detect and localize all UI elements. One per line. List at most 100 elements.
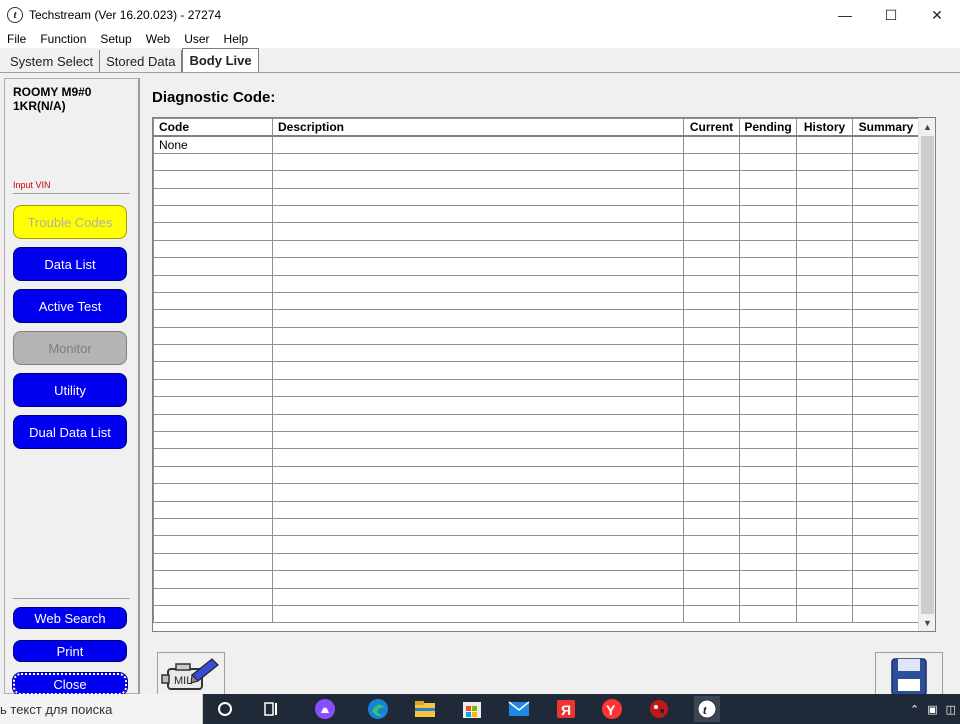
table-cell [739,187,797,206]
table-row[interactable] [153,326,920,346]
meet-now-icon[interactable]: ▣ [927,703,937,716]
table-cell [796,604,853,624]
table-cell [153,465,273,485]
task-view-icon[interactable] [259,697,283,721]
alice-icon[interactable] [313,697,337,721]
minimize-button[interactable]: — [822,0,868,30]
column-header-current[interactable]: Current [683,118,740,137]
table-row[interactable] [153,500,920,519]
table-row[interactable]: None [153,135,920,154]
dual-data-list-button[interactable]: Dual Data List [13,415,127,449]
save-button[interactable] [875,652,943,696]
scroll-down-icon[interactable]: ▼ [919,614,935,631]
mail-icon[interactable] [507,697,531,721]
web-search-button[interactable]: Web Search [13,607,127,629]
table-row[interactable] [153,361,920,380]
table-cell [683,309,740,328]
table-row[interactable] [153,517,920,537]
table-row[interactable] [153,291,920,311]
trouble-codes-button[interactable]: Trouble Codes [13,205,127,239]
column-header-code[interactable]: Code [153,118,273,137]
input-vin-link[interactable]: Input VIN [13,180,51,190]
close-window-button[interactable]: ✕ [914,0,960,30]
menu-web[interactable]: Web [139,32,177,46]
scroll-thumb[interactable] [921,136,934,614]
table-row[interactable] [153,552,920,572]
yandex-browser-icon[interactable]: Y [600,697,624,721]
edge-icon[interactable] [366,697,390,721]
table-row[interactable] [153,187,920,206]
column-header-pending[interactable]: Pending [739,118,797,137]
table-row[interactable] [153,604,920,624]
table-cell [272,535,684,554]
table-row[interactable] [153,413,920,433]
yandex-icon[interactable]: Я [554,697,578,721]
column-header-history[interactable]: History [796,118,853,137]
table-cell [796,239,853,259]
table-cell [272,396,684,415]
table-row[interactable] [153,309,920,328]
table-cell [272,309,684,328]
tab-system-select[interactable]: System Select [4,50,101,72]
table-cell [796,570,853,589]
engine-check-button[interactable]: MIL [157,652,225,694]
techstream-icon[interactable]: t [694,696,720,722]
table-row[interactable] [153,431,920,450]
table-row[interactable] [153,204,920,224]
table-row[interactable] [153,483,920,502]
table-row[interactable] [153,239,920,259]
table-row[interactable] [153,170,920,189]
table-cell [852,274,920,293]
data-list-button[interactable]: Data List [13,247,127,281]
tab-stored-data[interactable]: Stored Data [100,50,183,72]
store-icon[interactable] [460,697,484,721]
utility-button[interactable]: Utility [13,373,127,407]
column-header-summary[interactable]: Summary [852,118,920,137]
table-row[interactable] [153,152,920,172]
menu-user[interactable]: User [177,32,216,46]
table-row[interactable] [153,344,920,363]
table-cell [153,500,273,519]
menu-setup[interactable]: Setup [93,32,138,46]
table-row[interactable] [153,222,920,241]
search-circle-icon[interactable] [213,697,237,721]
active-test-button[interactable]: Active Test [13,289,127,323]
table-row[interactable] [153,570,920,589]
maximize-button[interactable]: ☐ [868,0,914,30]
table-row[interactable] [153,465,920,485]
table-row[interactable] [153,378,920,398]
network-icon[interactable]: ◫ [946,703,956,716]
scroll-up-icon[interactable]: ▲ [919,118,935,135]
dtc-grid: Code Description Current Pending History… [153,118,920,624]
menu-function[interactable]: Function [33,32,93,46]
table-cell [683,396,740,415]
print-button[interactable]: Print [13,640,127,662]
file-explorer-icon[interactable] [413,697,437,721]
menu-help[interactable]: Help [217,32,256,46]
vertical-scrollbar[interactable]: ▲ ▼ [918,118,935,631]
chevron-up-icon[interactable]: ⌃ [910,703,919,716]
taskbar-search-box[interactable]: ь текст для поиска [0,694,203,724]
table-row[interactable] [153,274,920,293]
table-cell [852,587,920,606]
diagnostic-code-table: Code Description Current Pending History… [152,117,936,632]
game-icon[interactable] [647,697,671,721]
table-body: None [153,135,920,624]
table-cell [153,291,273,311]
table-row[interactable] [153,396,920,415]
menu-file[interactable]: File [0,32,33,46]
table-cell [852,483,920,502]
table-cell [683,413,740,433]
table-cell [272,344,684,363]
table-cell [739,326,797,346]
column-header-description[interactable]: Description [272,118,684,137]
sidebar: ROOMY M9#0 1KR(N/A) Input VIN Trouble Co… [4,78,140,696]
table-row[interactable] [153,257,920,276]
monitor-button[interactable]: Monitor [13,331,127,365]
table-row[interactable] [153,535,920,554]
tab-body-live[interactable]: Body Live [182,48,259,72]
table-cell [272,587,684,606]
table-row[interactable] [153,587,920,606]
close-button[interactable]: Close [12,672,128,696]
table-row[interactable] [153,448,920,467]
